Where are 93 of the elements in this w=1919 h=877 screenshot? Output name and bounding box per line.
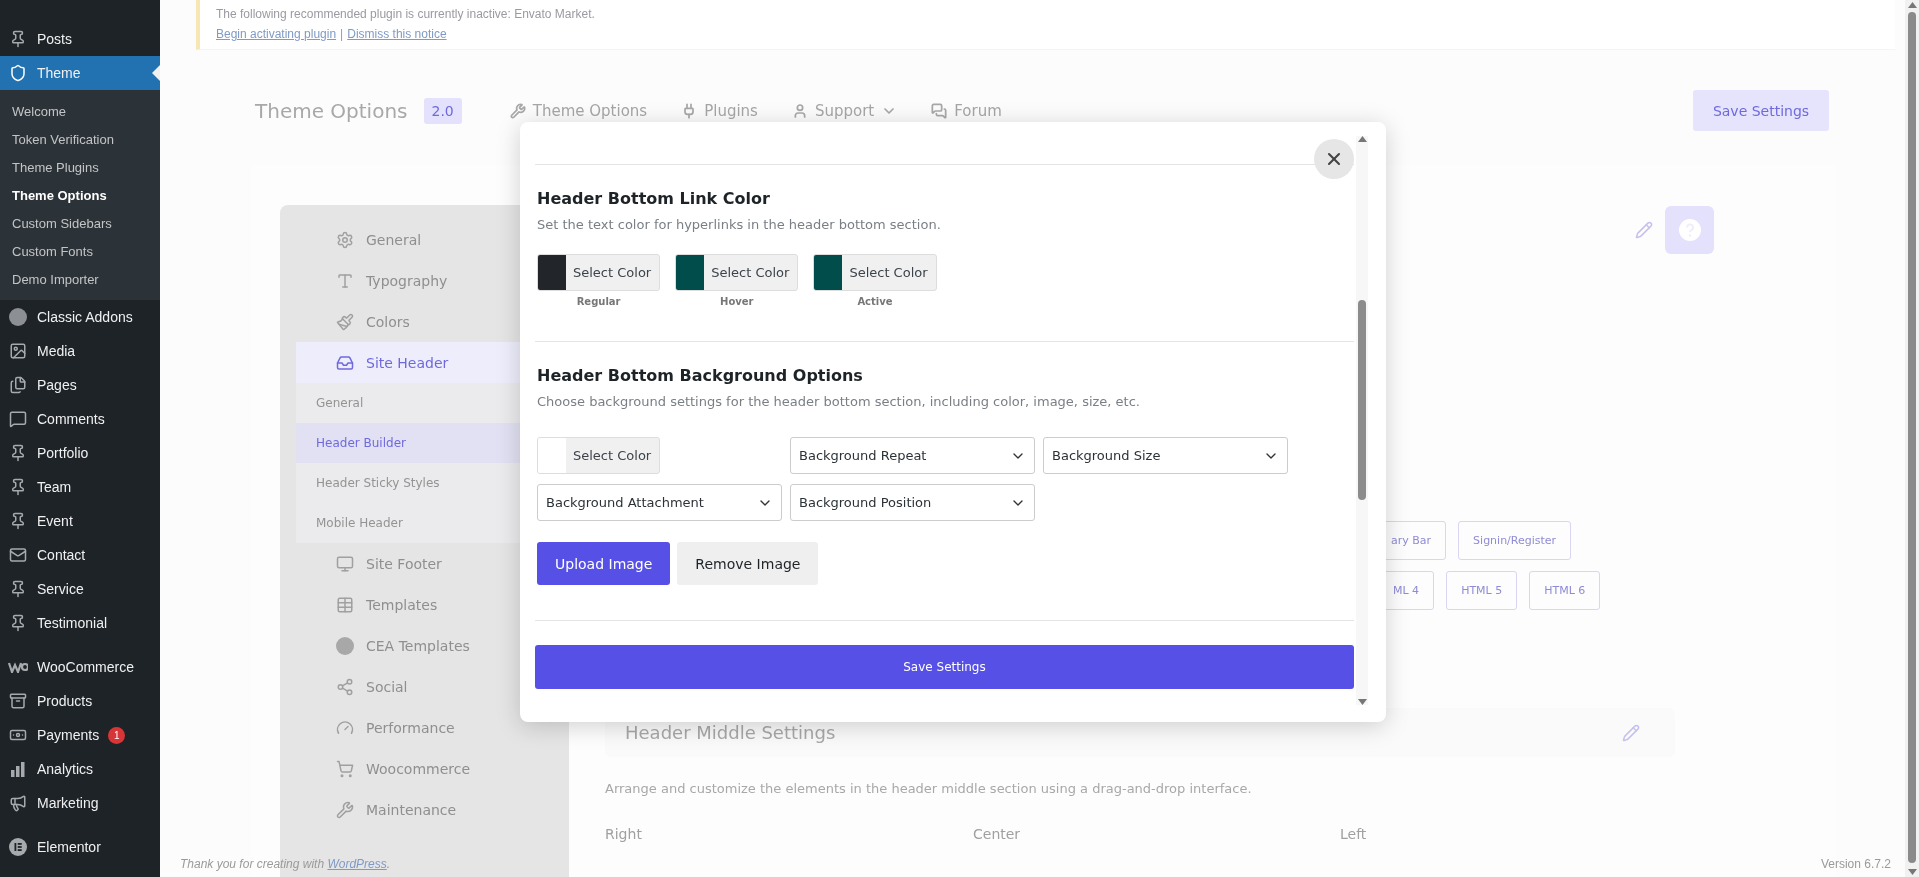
submenu-item[interactable]: Theme Plugins xyxy=(0,153,160,181)
pin-icon xyxy=(9,444,27,462)
image-icon xyxy=(9,342,27,360)
scroll-down-icon[interactable] xyxy=(1357,699,1367,705)
section-description: Choose background settings for the header bottom section, including color, image, size, etc. xyxy=(537,394,1141,409)
submenu-item[interactable]: Theme Options xyxy=(0,181,160,209)
help-icon xyxy=(1677,218,1702,242)
count-badge: 1 xyxy=(108,726,126,744)
archive-icon xyxy=(9,692,27,710)
menu-item[interactable]: Pages xyxy=(0,368,160,402)
menu-item[interactable]: Comments xyxy=(0,402,160,436)
upload-button[interactable]: Upload Image xyxy=(537,542,671,585)
menu-item[interactable]: Portfolio xyxy=(0,436,160,470)
user-icon xyxy=(791,102,808,119)
pin-icon xyxy=(9,580,27,598)
menu-item[interactable]: Classic Addons xyxy=(0,300,160,334)
menu-item[interactable]: Media xyxy=(0,334,160,368)
column-heading: Right xyxy=(605,826,643,842)
gear-icon xyxy=(336,230,354,249)
select-field[interactable]: Background Position xyxy=(790,484,1035,521)
submenu-item[interactable]: Custom Sidebars xyxy=(0,209,160,237)
picker-label: Hover xyxy=(720,296,754,307)
letter-icon xyxy=(336,271,354,290)
color-picker[interactable]: Select Color xyxy=(813,254,937,291)
brush-icon xyxy=(336,312,354,331)
menu-item[interactable]: Event xyxy=(0,504,160,538)
circle-icon xyxy=(336,636,354,655)
scroll-thumb[interactable] xyxy=(1908,12,1916,863)
submenu-item[interactable]: Welcome xyxy=(0,97,160,125)
picker-label: Regular xyxy=(576,296,621,307)
menu-item[interactable]: Service xyxy=(0,572,160,606)
circle-icon xyxy=(9,308,27,326)
shield-icon xyxy=(9,64,27,82)
color-picker[interactable]: Select Color xyxy=(675,254,799,291)
table-icon xyxy=(336,595,354,614)
version-badge: 2.0 xyxy=(423,97,462,124)
scroll-thumb[interactable] xyxy=(1358,300,1366,500)
scroll-up-icon[interactable] xyxy=(1907,2,1917,8)
submenu-item[interactable]: Token Verification xyxy=(0,125,160,153)
page-title: Theme Options xyxy=(254,98,408,123)
menu-item[interactable]: Products xyxy=(0,684,160,718)
menu-item[interactable]: Contact xyxy=(0,538,160,572)
menu-item[interactable]: WooCommerce xyxy=(0,650,160,684)
share-icon xyxy=(336,677,354,696)
pin-icon xyxy=(9,30,27,48)
separator: | xyxy=(340,27,344,41)
menu-item[interactable]: Testimonial xyxy=(0,606,160,640)
cart-icon xyxy=(336,759,354,778)
color-picker[interactable]: Select Color xyxy=(537,437,661,474)
save-button[interactable]: Save Settings xyxy=(1693,90,1829,131)
megaphone-icon xyxy=(9,794,27,812)
remove-button[interactable]: Remove Image xyxy=(677,542,819,585)
color-picker[interactable]: Select Color xyxy=(537,254,661,291)
menu-item[interactable]: Analytics xyxy=(0,752,160,786)
chat-icon xyxy=(931,102,948,119)
section-title: Header Bottom Link Color xyxy=(537,189,771,208)
mail-icon xyxy=(9,546,27,564)
comment-icon xyxy=(9,410,27,428)
close-button[interactable] xyxy=(1314,139,1354,179)
scroll-up-icon[interactable] xyxy=(1357,136,1367,142)
pin-icon xyxy=(9,614,27,632)
menu-item[interactable]: Marketing xyxy=(0,786,160,820)
column-heading: Center xyxy=(973,826,1022,842)
notice-text: The following recommended plugin is currently inactive: Envato Market. xyxy=(216,7,596,21)
submenu-item[interactable]: Demo Importer xyxy=(0,265,160,293)
pin-icon xyxy=(9,512,27,530)
section-description: Set the text color for hyperlinks in the header bottom section. xyxy=(537,217,942,232)
footer-text: Thank you for creating with WordPress. xyxy=(180,857,391,871)
save-button[interactable]: Save Settings xyxy=(535,645,1354,689)
select-field[interactable]: Background Size xyxy=(1043,437,1288,474)
menu-item[interactable]: Elementor xyxy=(0,830,160,864)
monitor-icon xyxy=(336,554,354,573)
picker-label: Active xyxy=(857,296,893,307)
pointer-icon xyxy=(152,65,160,81)
select-field[interactable]: Background Attachment xyxy=(537,484,782,521)
section-title: Header Middle Settings xyxy=(625,722,836,743)
wrench-icon xyxy=(336,800,354,819)
pin-icon xyxy=(9,478,27,496)
gauge-icon xyxy=(336,718,354,737)
bar-chart-icon xyxy=(10,761,26,777)
scroll-down-icon[interactable] xyxy=(1907,869,1917,875)
menu-item[interactable]: Payments 1 xyxy=(0,718,160,752)
menu-item[interactable]: Team xyxy=(0,470,160,504)
section-description: Arrange and customize the elements in the header middle section using a drag-and-drop interface. xyxy=(605,781,1253,796)
wrench-icon xyxy=(509,102,526,119)
column-heading: Left xyxy=(1340,826,1368,842)
menu-item[interactable]: Theme xyxy=(0,56,160,90)
select-field[interactable]: Background Repeat xyxy=(790,437,1035,474)
tray-icon xyxy=(336,353,354,372)
pages-icon xyxy=(9,376,27,394)
submenu-item[interactable]: Custom Fonts xyxy=(0,237,160,265)
version-text: Version 6.7.2 xyxy=(1820,857,1891,871)
menu-item[interactable]: Posts xyxy=(0,22,160,56)
